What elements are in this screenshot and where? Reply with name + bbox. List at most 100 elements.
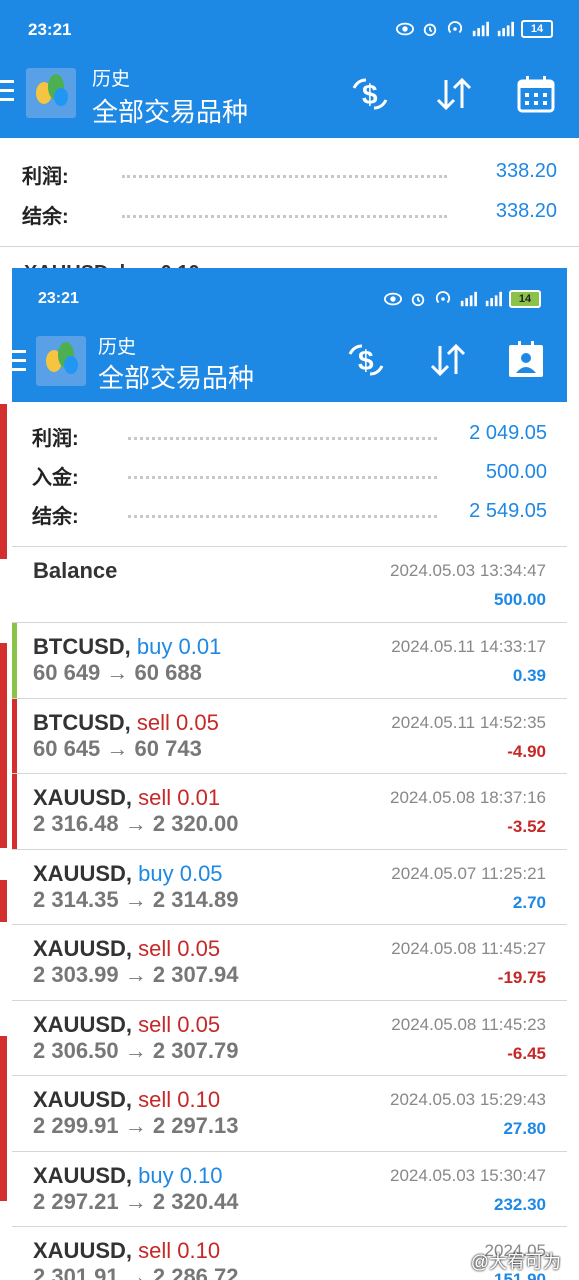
symbol-filter[interactable]: 全部交易品种 [98, 358, 254, 395]
summary-value: 338.20 [495, 200, 557, 222]
summary-label: 入金: [32, 467, 79, 489]
deal-profit: -4.90 [507, 741, 546, 761]
signal-icon [485, 291, 502, 307]
deal-side: sell 0.10 [138, 1087, 221, 1112]
deal-profit: 2.70 [512, 892, 546, 912]
deal-row[interactable]: XAUUSD, sell 0.05 2 306.50 → 2 307.79 2024… [12, 999, 567, 1076]
deal-row[interactable]: XAUUSD, sell 0.05 2 303.99 → 2 307.94 2024… [12, 924, 567, 1000]
deal-symbol-line: XAUUSD, buy 0.05 [33, 861, 223, 887]
status-bar: 23:21 14 [0, 0, 579, 58]
deal-profit: -19.75 [497, 968, 546, 987]
deal-row[interactable]: XAUUSD, buy 0.10 2 297.21 → 2 320.44 2024.… [12, 1150, 567, 1227]
summary-deposit: 入金: 500.00 [32, 461, 547, 491]
deal-prices: 60 645 → 60 743 [33, 735, 202, 761]
summary-label: 利润: [32, 428, 79, 450]
eye-icon [396, 22, 414, 36]
status-time: 23:21 [28, 20, 72, 39]
menu-icon[interactable] [12, 350, 26, 377]
deal-symbol-line: BTCUSD, buy 0.01 [33, 634, 221, 660]
deal-row[interactable]: BTCUSD, sell 0.05 60 645 → 60 743 2024.05.… [12, 697, 567, 774]
summary-value: 2 549.05 [469, 500, 547, 522]
dollar-exchange-icon[interactable]: $ [344, 338, 388, 382]
deal-time: 2024.05.03 15:30:47 [390, 1165, 546, 1185]
deal-side: buy 0.10 [138, 1162, 223, 1188]
deal-symbol-line: XAUUSD, sell 0.05 [33, 1012, 220, 1038]
summary-balance: 结余: 338.20 [22, 200, 557, 230]
divider [0, 246, 579, 247]
deal-prices: 2 314.35 → 2 314.89 [33, 886, 239, 912]
deal-indicator-bar [12, 623, 17, 698]
status-time: 23:21 [38, 290, 79, 307]
balance-label: Balance [33, 558, 118, 583]
deal-profit: 500.00 [494, 590, 546, 609]
status-icons: 14 [384, 290, 541, 308]
app-bar: 历史 全部交易品种 $ [0, 58, 579, 138]
deal-indicator-bar [12, 698, 17, 774]
deal-time: 2024.05.08 11:45:23 [391, 1014, 546, 1034]
battery-icon: 14 [521, 20, 553, 38]
status-bar: 23:21 14 [12, 268, 567, 328]
deal-symbol-line: XAUUSD, sell 0.10 [33, 1238, 220, 1264]
deal-indicator-bar [12, 774, 17, 849]
summary-profit: 利润: 338.20 [22, 160, 557, 190]
svg-text:$: $ [362, 79, 378, 110]
deal-profit: 0.39 [512, 666, 546, 685]
calendar-icon[interactable] [514, 72, 558, 116]
deal-symbol: XAUUSD, [33, 785, 133, 810]
deal-side: buy 0.05 [138, 860, 223, 886]
deal-row[interactable]: XAUUSD, buy 0.05 2 314.35 → 2 314.89 2024.… [12, 848, 567, 925]
dotted-leader [128, 437, 437, 440]
signal-icon [472, 21, 489, 37]
summary-label: 利润: [22, 166, 69, 188]
deal-symbol-line: XAUUSD, buy 0.10 [33, 1163, 223, 1189]
status-icons: 14 [396, 20, 553, 38]
alarm-icon [423, 23, 437, 37]
summary-value: 500.00 [485, 461, 547, 483]
dotted-leader [122, 175, 447, 178]
deal-time: 2024.05.11 14:33:17 [391, 637, 546, 656]
summary-value: 2 049.05 [469, 422, 547, 444]
dotted-leader [128, 476, 437, 479]
deal-profit: 27.80 [503, 1119, 546, 1138]
signal-icon [460, 291, 477, 307]
svg-text:$: $ [358, 345, 374, 376]
deal-symbol: XAUUSD, [33, 1087, 133, 1112]
symbol-filter[interactable]: 全部交易品种 [92, 92, 248, 129]
balance-row[interactable]: Balance 2024.05.03 13:34:47 500.00 [12, 546, 567, 623]
eye-icon [384, 292, 402, 306]
deal-row[interactable]: XAUUSD, sell 0.10 2 299.91 → 2 297.13 2024… [12, 1075, 567, 1151]
deal-prices: 2 303.99 → 2 307.94 [33, 962, 239, 987]
deal-side: sell 0.05 [138, 1011, 221, 1037]
hotspot-icon [447, 21, 463, 34]
deal-symbol: XAUUSD, [33, 1011, 133, 1037]
deal-side: sell 0.05 [136, 709, 219, 735]
page-title: 历史 [92, 69, 131, 90]
summary-profit: 利润: 2 049.05 [32, 422, 547, 452]
battery-icon: 14 [509, 290, 541, 308]
deal-symbol-line: XAUUSD, sell 0.05 [33, 936, 220, 962]
deal-time: 2024.05.08 11:45:27 [391, 939, 546, 958]
summary-value: 338.20 [495, 160, 557, 182]
menu-icon[interactable] [0, 80, 14, 107]
deal-row[interactable]: XAUUSD, sell 0.01 2 316.48 → 2 320.00 2024… [12, 773, 567, 849]
signal-icon [497, 21, 514, 37]
deal-time: 2024.05.03 15:29:43 [390, 1090, 546, 1109]
back-row-edge [0, 1036, 7, 1201]
deal-symbol: XAUUSD, [33, 860, 133, 886]
deal-symbol-line: XAUUSD, sell 0.10 [33, 1087, 220, 1113]
sort-arrows-icon[interactable] [432, 72, 476, 116]
metatrader-logo-icon [26, 68, 76, 118]
deal-row[interactable]: BTCUSD, buy 0.01 60 649 → 60 688 2024.05.1… [12, 622, 567, 698]
deal-side: buy 0.01 [136, 634, 222, 659]
deal-side: sell 0.01 [138, 785, 221, 810]
dollar-exchange-icon[interactable]: $ [348, 72, 392, 116]
deal-symbol: XAUUSD, [33, 1238, 133, 1263]
dotted-leader [122, 215, 447, 218]
contact-icon[interactable] [504, 338, 548, 382]
back-row-edge [0, 643, 7, 848]
sort-arrows-icon[interactable] [426, 338, 470, 382]
deal-time: 2024.05.08 18:37:16 [390, 788, 546, 807]
hotspot-icon [435, 291, 451, 304]
deal-symbol: BTCUSD, [33, 634, 131, 659]
deal-side: sell 0.10 [138, 1238, 221, 1263]
